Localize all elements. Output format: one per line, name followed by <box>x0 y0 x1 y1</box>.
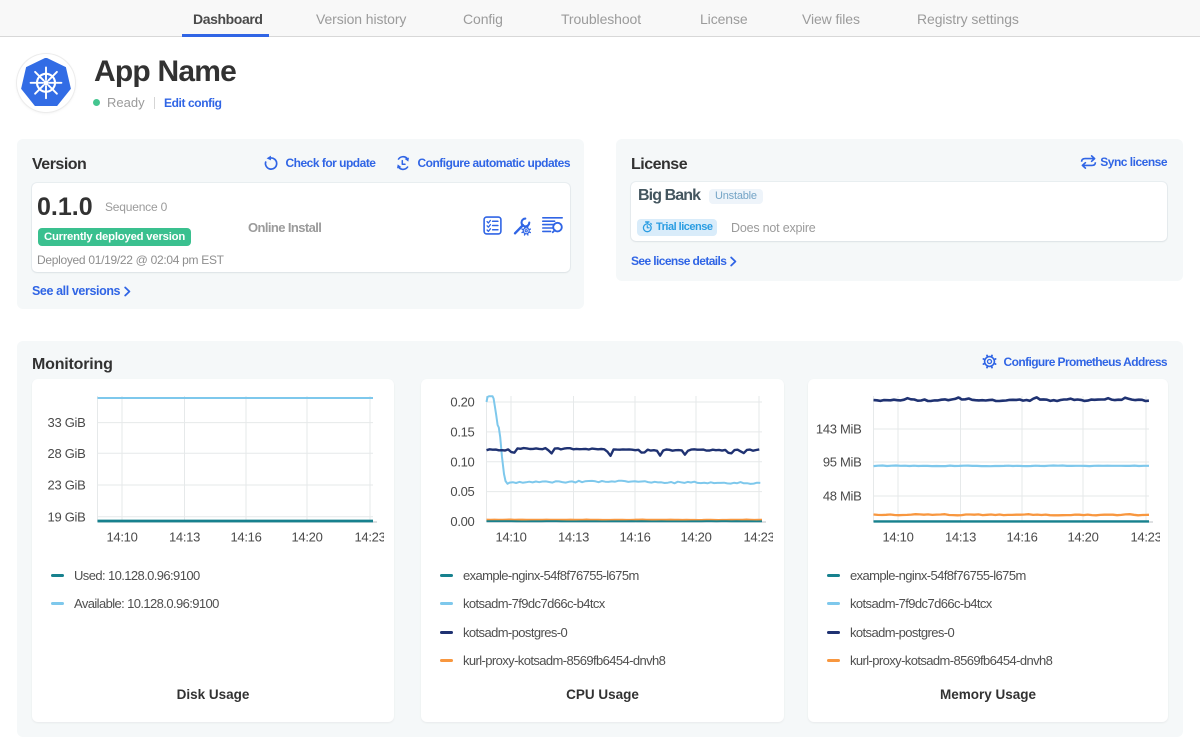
svg-text:14:10: 14:10 <box>495 530 526 545</box>
svg-text:0.20: 0.20 <box>450 395 474 410</box>
svg-text:14:20: 14:20 <box>1067 530 1098 545</box>
svg-text:33 GiB: 33 GiB <box>48 415 86 430</box>
svg-text:14:13: 14:13 <box>558 530 589 545</box>
svg-text:14:13: 14:13 <box>945 530 976 545</box>
svg-text:14:23: 14:23 <box>743 530 773 545</box>
svg-text:48 MiB: 48 MiB <box>823 489 862 504</box>
svg-text:14:23: 14:23 <box>1130 530 1160 545</box>
svg-text:14:10: 14:10 <box>106 530 137 545</box>
svg-text:14:13: 14:13 <box>169 530 200 545</box>
svg-text:14:10: 14:10 <box>882 530 913 545</box>
svg-text:23 GiB: 23 GiB <box>48 478 86 493</box>
svg-text:14:20: 14:20 <box>680 530 711 545</box>
svg-text:95 MiB: 95 MiB <box>823 455 862 470</box>
svg-text:14:16: 14:16 <box>230 530 261 545</box>
svg-text:0.10: 0.10 <box>450 454 474 469</box>
svg-text:0.05: 0.05 <box>450 484 474 499</box>
svg-text:28 GiB: 28 GiB <box>48 446 86 461</box>
svg-text:19 GiB: 19 GiB <box>48 509 86 524</box>
svg-text:0.00: 0.00 <box>450 514 474 529</box>
svg-text:14:16: 14:16 <box>1006 530 1037 545</box>
svg-text:0.15: 0.15 <box>450 425 474 440</box>
svg-text:143 MiB: 143 MiB <box>816 422 862 437</box>
svg-text:14:20: 14:20 <box>291 530 322 545</box>
svg-text:14:16: 14:16 <box>619 530 650 545</box>
svg-text:14:23: 14:23 <box>354 530 384 545</box>
